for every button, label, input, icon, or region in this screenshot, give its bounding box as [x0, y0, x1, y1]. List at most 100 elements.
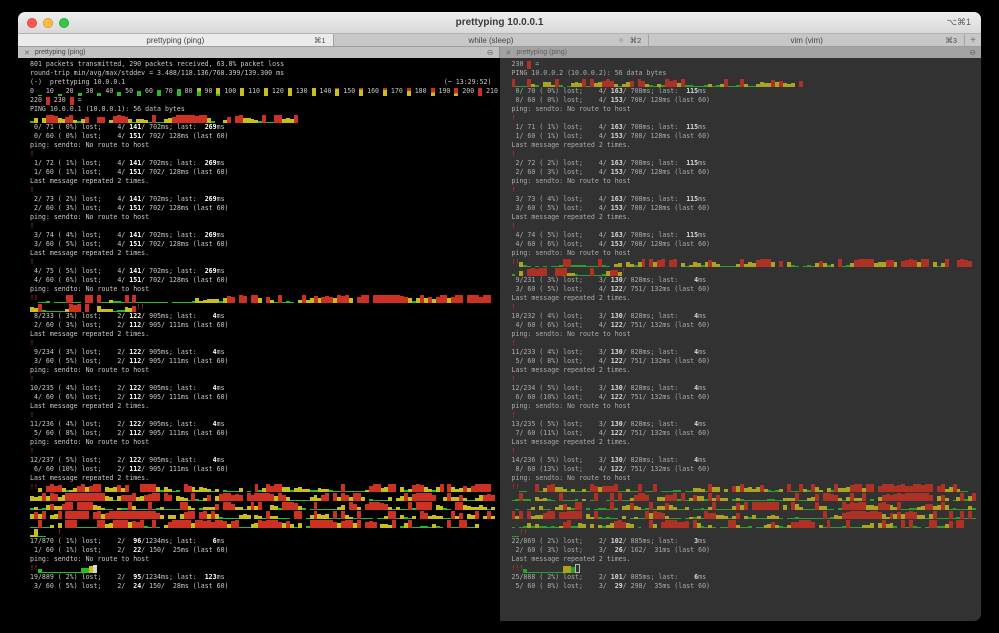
ping-history-bar-row	[512, 492, 982, 501]
terminal-line: 2/ 60 ( 3%) lost; 3/ 26/ 162/ 31ms (last…	[512, 546, 982, 555]
terminal-line: 3/ 74 ( 4%) lost; 4/ 141/ 702ms; last: 2…	[30, 231, 500, 240]
terminal-line: Last message repeated 2 times.	[30, 330, 500, 339]
terminal-line: !	[512, 375, 982, 384]
tab-vim[interactable]: vim (vim) ⌘3	[649, 34, 965, 46]
terminal-line: Last message repeated 2 times.	[512, 141, 982, 150]
terminal-line: 2/ 60 ( 3%) lost; 4/ 153/ 708/ 128ms (la…	[512, 168, 982, 177]
ping-history-bar-row	[30, 510, 500, 519]
ping-history-bar-row: !!	[30, 483, 500, 492]
terminal-line: 13/235 ( 5%) lost; 3/ 130/ 828ms; last: …	[512, 420, 982, 429]
terminal-line: ping: sendto: No route to host	[30, 366, 500, 375]
split-pane-content: 801 packets transmitted, 290 packets rec…	[18, 58, 981, 621]
ping-history-bar-row	[512, 510, 982, 519]
pane-titlebar-right[interactable]: ✕ prettyping (ping) ⊖	[500, 47, 982, 58]
terminal-line: Last message repeated 2 times.	[30, 177, 500, 186]
terminal-line: ping: sendto: No route to host	[30, 555, 500, 564]
ping-history-mini-row: !!!	[512, 564, 982, 573]
terminal-line: 10/232 ( 4%) lost; 3/ 130/ 828ms; last: …	[512, 312, 982, 321]
ping-history-bar-row	[30, 501, 500, 510]
terminal-line: 2/ 60 ( 3%) lost; 2/ 112/ 905/ 111ms (la…	[30, 321, 500, 330]
terminal-output-right: 230 =PING 10.0.0.2 (10.0.0.2): 56 data b…	[500, 58, 982, 591]
terminal-line: Last message repeated 2 times.	[512, 438, 982, 447]
ping-history-bar-row	[30, 519, 500, 528]
terminal-output-left: 801 packets transmitted, 290 packets rec…	[18, 58, 500, 591]
minimize-window-button[interactable]	[43, 18, 53, 28]
ping-history-bar-row	[512, 78, 982, 87]
pane-collapse-icon[interactable]: ⊖	[969, 48, 976, 57]
close-window-button[interactable]	[27, 18, 37, 28]
terminal-line: 12/237 ( 5%) lost; 2/ 122/ 905ms; last: …	[30, 456, 500, 465]
terminal-pane-right[interactable]: 230 =PING 10.0.0.2 (10.0.0.2): 56 data b…	[500, 58, 982, 621]
terminal-line: PING 10.0.0.1 (10.0.0.1): 56 data bytes	[30, 105, 500, 114]
terminal-line: 1/ 60 ( 1%) lost; 2/ 22/ 150/ 25ms (last…	[30, 546, 500, 555]
add-tab-button[interactable]: +	[965, 34, 981, 46]
terminal-line: ping: sendto: No route to host	[512, 330, 982, 339]
terminal-line: 8/ 60 (13%) lost; 4/ 122/ 751/ 132ms (la…	[512, 465, 982, 474]
terminal-line: 0/ 70 ( 0%) lost; 4/ 163/ 708ms; last: 1…	[512, 87, 982, 96]
ping-history-bar-row: !!	[30, 294, 500, 303]
ping-history-bar-row	[512, 501, 982, 510]
terminal-line: !	[30, 258, 500, 267]
terminal-cursor	[575, 564, 580, 573]
terminal-line: 1/ 71 ( 1%) lost; 4/ 163/ 708ms; last: 1…	[512, 123, 982, 132]
terminal-line: 1/ 72 ( 1%) lost; 4/ 141/ 702ms; last: 2…	[30, 159, 500, 168]
terminal-line: !	[30, 186, 500, 195]
terminal-line: 0/ 60 ( 0%) lost; 4/ 153/ 708/ 128ms (la…	[512, 96, 982, 105]
terminal-pane-left[interactable]: 801 packets transmitted, 290 packets rec…	[18, 58, 500, 621]
pane-titlebar-left[interactable]: ✕ prettyping (ping) ⊖	[18, 47, 500, 58]
terminal-line: 5/ 60 ( 8%) lost; 4/ 122/ 751/ 132ms (la…	[512, 357, 982, 366]
terminal-line: !	[30, 411, 500, 420]
terminal-line: 11/236 ( 4%) lost; 2/ 122/ 905ms; last: …	[30, 420, 500, 429]
terminal-line: 9/231 ( 3%) lost; 3/ 130/ 828ms; last: 4…	[512, 276, 982, 285]
terminal-window: prettyping 10.0.0.1 ⌥⌘1 prettyping (ping…	[18, 12, 981, 621]
tab-while-sleep[interactable]: while (sleep) ✳ ⌘2	[334, 34, 650, 46]
terminal-line: 0/ 71 ( 0%) lost; 4/ 141/ 702ms; last: 2…	[30, 123, 500, 132]
latency-legend-line: 0 10 20 30 40 50 60 70 80 90 100 110 120…	[30, 87, 500, 96]
window-title: prettyping 10.0.0.1	[18, 17, 981, 28]
activity-spinner-icon: ✳	[618, 36, 625, 45]
ping-history-bar-row	[512, 519, 982, 528]
tab-shortcut: ⌘1	[314, 36, 326, 45]
terminal-line: 5/ 60 ( 8%) lost; 3/ 29/ 298/ 35ms (last…	[512, 582, 982, 591]
pane-close-icon[interactable]: ✕	[506, 49, 512, 57]
pane-collapse-icon[interactable]: ⊖	[487, 48, 494, 57]
terminal-line: ping: sendto: No route to host	[30, 438, 500, 447]
pane-titlebars: ✕ prettyping (ping) ⊖ ✕ prettyping (ping…	[18, 47, 981, 58]
terminal-cursor	[93, 565, 97, 573]
terminal-line: !	[512, 447, 982, 456]
tab-bar: prettyping (ping) ⌘1 while (sleep) ✳ ⌘2 …	[18, 34, 981, 47]
terminal-line: 6/ 60 (10%) lost; 2/ 112/ 905/ 111ms (la…	[30, 465, 500, 474]
terminal-line: ping: sendto: No route to host	[512, 105, 982, 114]
pane-close-icon[interactable]: ✕	[24, 49, 30, 57]
tab-prettyping[interactable]: prettyping (ping) ⌘1	[18, 34, 334, 46]
terminal-line: Last message repeated 2 times.	[30, 249, 500, 258]
terminal-line: Last message repeated 2 times.	[512, 294, 982, 303]
terminal-line: Last message repeated 2 times.	[512, 213, 982, 222]
terminal-line: !	[512, 186, 982, 195]
ping-history-bar-row	[30, 114, 500, 123]
terminal-line: 10/235 ( 4%) lost; 2/ 122/ 905ms; last: …	[30, 384, 500, 393]
terminal-line: !	[30, 447, 500, 456]
window-titlebar[interactable]: prettyping 10.0.0.1 ⌥⌘1	[18, 12, 981, 34]
zoom-window-button[interactable]	[59, 18, 69, 28]
terminal-line: ping: sendto: No route to host	[512, 249, 982, 258]
terminal-line: ping: sendto: No route to host	[512, 177, 982, 186]
terminal-line: 19/889 ( 2%) lost; 2/ 95/1234ms; last: 1…	[30, 573, 500, 582]
terminal-line: 4/ 60 ( 6%) lost; 4/ 151/ 702/ 128ms (la…	[30, 276, 500, 285]
pane-title: prettyping (ping)	[35, 49, 86, 56]
terminal-line: round-trip min/avg/max/stddev = 3.488/11…	[30, 69, 500, 78]
ping-history-bar-row: !	[512, 267, 982, 276]
ping-history-mini-row: !!	[30, 564, 500, 573]
tab-label: prettyping (ping)	[146, 36, 204, 45]
terminal-line: 7/ 60 (11%) lost; 4/ 122/ 751/ 132ms (la…	[512, 429, 982, 438]
terminal-line: Last message repeated 2 times.	[30, 402, 500, 411]
tab-label: while (sleep)	[469, 36, 514, 45]
terminal-line: 14/236 ( 5%) lost; 3/ 130/ 828ms; last: …	[512, 456, 982, 465]
latency-legend-line: 230 =	[512, 60, 982, 69]
ping-history-bar-row: !!	[30, 303, 500, 312]
terminal-line: 3/ 60 ( 5%) lost; 4/ 122/ 751/ 132ms (la…	[512, 285, 982, 294]
terminal-line: 5/ 60 ( 8%) lost; 2/ 112/ 905/ 111ms (la…	[30, 429, 500, 438]
terminal-line: 1/ 60 ( 1%) lost; 4/ 151/ 702/ 128ms (la…	[30, 168, 500, 177]
terminal-line: 25/888 ( 2%) lost; 2/ 101/ 885ms; last: …	[512, 573, 982, 582]
terminal-line: !	[512, 411, 982, 420]
